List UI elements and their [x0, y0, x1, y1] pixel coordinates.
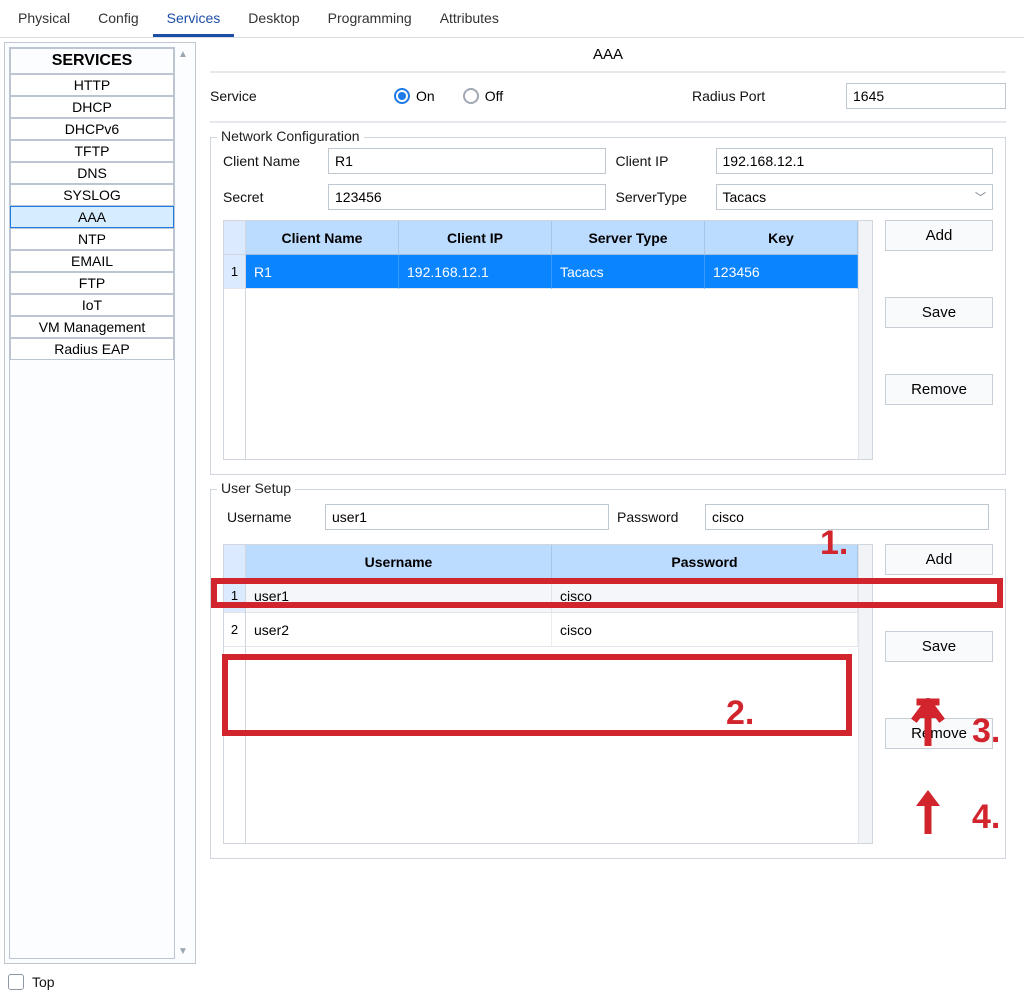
- top-checkbox[interactable]: [8, 974, 24, 990]
- tab-desktop[interactable]: Desktop: [234, 4, 313, 37]
- sidebar-item-dhcpv6[interactable]: DHCPv6: [10, 118, 174, 140]
- td-pass: cisco: [552, 579, 858, 613]
- table-scrollbar[interactable]: [858, 221, 872, 459]
- service-divider: [210, 121, 1006, 123]
- user-table: 1 2 Username Password user1 cisco: [223, 544, 873, 844]
- page-title: AAA: [210, 46, 1006, 63]
- sidebar-item-vm-management[interactable]: VM Management: [10, 316, 174, 338]
- sidebar-item-ftp[interactable]: FTP: [10, 272, 174, 294]
- td-pass: cisco: [552, 613, 858, 647]
- td-ip: 192.168.12.1: [399, 255, 552, 289]
- sidebar-scrollbar[interactable]: ▲ ▼: [175, 47, 191, 959]
- client-ip-input[interactable]: 192.168.12.1: [716, 148, 994, 174]
- top-label: Top: [32, 974, 55, 990]
- on-label: On: [416, 88, 435, 104]
- server-type-select[interactable]: Tacacs ﹀: [716, 184, 994, 210]
- sidebar-item-ntp[interactable]: NTP: [10, 228, 174, 250]
- table-scrollbar[interactable]: [858, 545, 872, 843]
- sidebar-item-dns[interactable]: DNS: [10, 162, 174, 184]
- password-label: Password: [617, 509, 697, 525]
- radio-inner-icon: [398, 92, 406, 100]
- server-type-label: ServerType: [616, 189, 706, 205]
- td-key: 123456: [705, 255, 858, 289]
- service-label: Service: [210, 88, 380, 104]
- tab-attributes[interactable]: Attributes: [426, 4, 513, 37]
- sidebar-item-email[interactable]: EMAIL: [10, 250, 174, 272]
- sidebar-item-dhcp[interactable]: DHCP: [10, 96, 174, 118]
- th-username[interactable]: Username: [246, 545, 552, 578]
- secret-input[interactable]: 123456: [328, 184, 606, 210]
- user-add-button[interactable]: Add: [885, 544, 993, 575]
- client-name-label: Client Name: [223, 153, 318, 169]
- td-user: user2: [246, 613, 552, 647]
- tab-services[interactable]: Services: [153, 4, 235, 37]
- th-client-ip[interactable]: Client IP: [399, 221, 552, 254]
- network-config-legend: Network Configuration: [217, 128, 364, 144]
- chevron-down-icon: ﹀: [975, 189, 986, 205]
- sidebar-item-syslog[interactable]: SYSLOG: [10, 184, 174, 206]
- sidebar-item-http[interactable]: HTTP: [10, 74, 174, 96]
- radius-port-label: Radius Port: [692, 88, 832, 104]
- user-setup-legend: User Setup: [217, 480, 295, 496]
- th-server-type[interactable]: Server Type: [552, 221, 705, 254]
- th-client-name[interactable]: Client Name: [246, 221, 399, 254]
- content-area: AAA Service On Off Radius Port 1645 Netw…: [200, 38, 1024, 968]
- tab-physical[interactable]: Physical: [4, 4, 84, 37]
- bottom-bar: Top: [0, 968, 1024, 996]
- th-password[interactable]: Password: [552, 545, 858, 578]
- user-setup-fieldset: User Setup Username user1 Password cisco…: [210, 489, 1006, 859]
- table-row[interactable]: user2 cisco: [246, 613, 858, 647]
- client-ip-label: Client IP: [616, 153, 706, 169]
- tab-config[interactable]: Config: [84, 4, 152, 37]
- server-type-value: Tacacs: [723, 189, 767, 205]
- td-user: user1: [246, 579, 552, 613]
- user-save-button[interactable]: Save: [885, 631, 993, 662]
- password-input[interactable]: cisco: [705, 504, 989, 530]
- service-on-radio[interactable]: On: [394, 88, 435, 104]
- row-header[interactable]: 1: [224, 579, 245, 613]
- radio-outer-icon: [463, 88, 479, 104]
- row-header-blank: [224, 221, 245, 255]
- net-remove-button[interactable]: Remove: [885, 374, 993, 405]
- sidebar-item-radius-eap[interactable]: Radius EAP: [10, 338, 174, 360]
- tab-programming[interactable]: Programming: [314, 4, 426, 37]
- username-input[interactable]: user1: [325, 504, 609, 530]
- client-name-input[interactable]: R1: [328, 148, 606, 174]
- sidebar-item-aaa[interactable]: AAA: [10, 206, 174, 228]
- radio-outer-icon: [394, 88, 410, 104]
- scroll-down-icon: ▼: [178, 946, 188, 957]
- service-off-radio[interactable]: Off: [463, 88, 503, 104]
- row-header[interactable]: 2: [224, 613, 245, 647]
- username-label: Username: [227, 509, 317, 525]
- sidebar-title: SERVICES: [10, 48, 174, 74]
- services-sidebar: SERVICES HTTP DHCP DHCPv6 TFTP DNS SYSLO…: [4, 42, 196, 964]
- th-key[interactable]: Key: [705, 221, 858, 254]
- row-header[interactable]: 1: [224, 255, 245, 289]
- net-add-button[interactable]: Add: [885, 220, 993, 251]
- scroll-up-icon: ▲: [178, 49, 188, 60]
- td-client: R1: [246, 255, 399, 289]
- user-remove-button[interactable]: Remove: [885, 718, 993, 749]
- net-save-button[interactable]: Save: [885, 297, 993, 328]
- sidebar-item-tftp[interactable]: TFTP: [10, 140, 174, 162]
- td-type: Tacacs: [552, 255, 705, 289]
- top-tabs: Physical Config Services Desktop Program…: [0, 0, 1024, 37]
- title-divider: [210, 71, 1006, 73]
- secret-label: Secret: [223, 189, 318, 205]
- network-clients-table: 1 Client Name Client IP Server Type Key …: [223, 220, 873, 460]
- network-config-fieldset: Network Configuration Client Name R1 Cli…: [210, 137, 1006, 475]
- radius-port-input[interactable]: 1645: [846, 83, 1006, 109]
- off-label: Off: [485, 88, 503, 104]
- table-row[interactable]: user1 cisco: [246, 579, 858, 613]
- table-row[interactable]: R1 192.168.12.1 Tacacs 123456: [246, 255, 858, 289]
- row-header-blank: [224, 545, 245, 579]
- sidebar-item-iot[interactable]: IoT: [10, 294, 174, 316]
